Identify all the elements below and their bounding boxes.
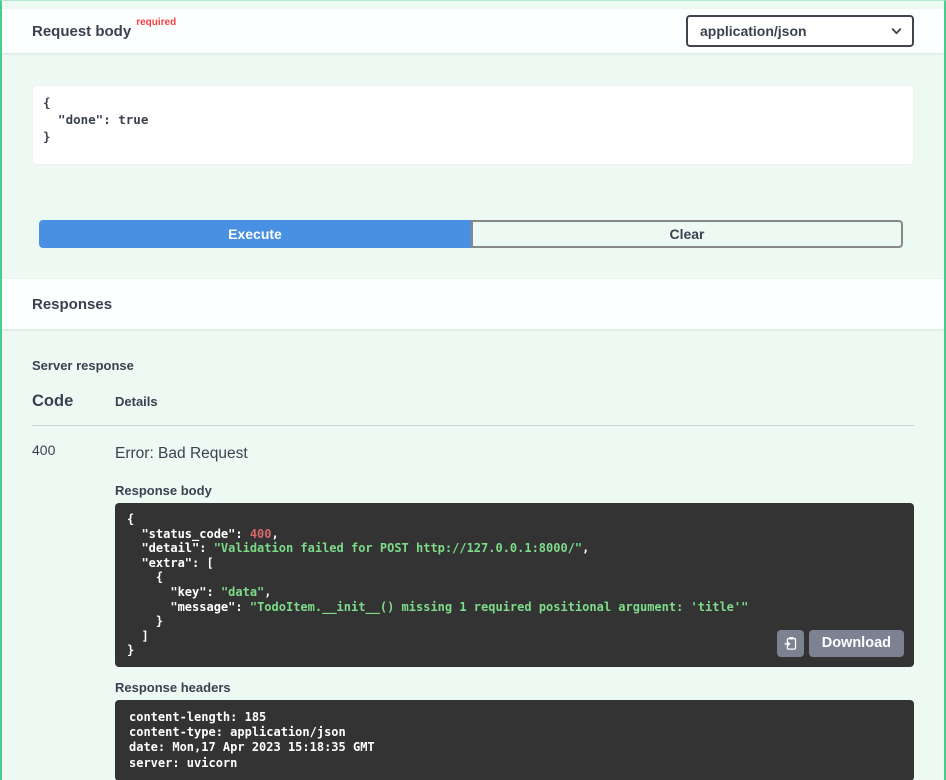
response-status-text: Error: Bad Request [115,445,914,463]
response-headers-block: content-length: 185content-type: applica… [115,700,914,780]
content-type-select-wrapper: application/json [686,15,914,47]
request-body-editor-wrap: { "done": true } [2,53,944,165]
responses-title: Responses [32,296,112,313]
response-table-header: Code Details [32,392,914,411]
opblock-post-body: Request bodyrequired application/json { … [0,0,946,780]
request-body-title-text: Request body [32,23,131,40]
response-headers-text: content-length: 185content-type: applica… [129,710,900,771]
execute-button[interactable]: Execute [39,220,471,248]
download-contents: Download [777,630,904,657]
response-code: 400 [32,439,115,780]
response-body-code-block: { "status_code": 400, "detail": "Validat… [115,503,914,667]
content-type-select[interactable]: application/json [686,15,914,47]
responses-header: Responses [2,279,944,329]
details-column-header: Details [115,394,914,409]
request-body-header: Request bodyrequired application/json [2,9,944,53]
clear-button[interactable]: Clear [471,220,903,248]
responses-section: Server response Code Details 400 Error: … [2,329,944,780]
server-response-title: Server response [32,358,914,373]
request-body-title: Request bodyrequired [32,22,176,40]
response-body-label: Response body [115,483,914,498]
clipboard-icon [783,636,798,651]
code-column-header: Code [32,392,115,411]
response-row-400: 400 Error: Bad Request Response body { "… [32,426,914,780]
response-details: Error: Bad Request Response body { "stat… [115,439,914,780]
download-button[interactable]: Download [809,630,904,657]
response-headers-label: Response headers [115,680,914,695]
copy-to-clipboard-button[interactable] [777,630,804,657]
request-body-editor[interactable]: { "done": true } [32,85,914,165]
required-badge: required [136,17,176,28]
execute-wrapper: Execute Clear [39,220,903,248]
